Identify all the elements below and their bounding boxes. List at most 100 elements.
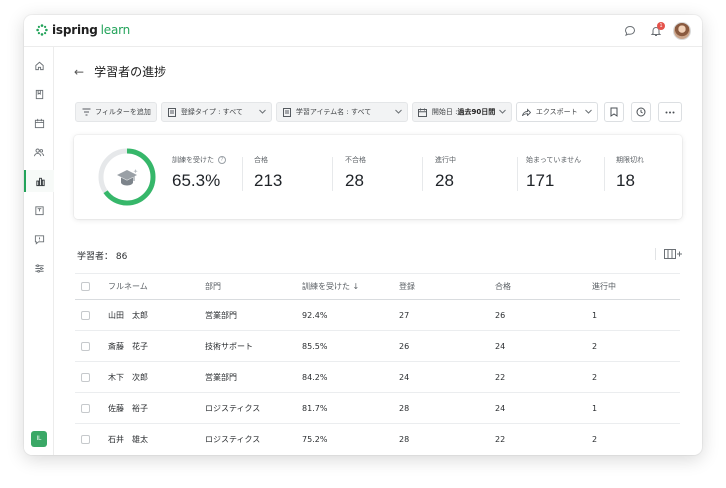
back-arrow-icon[interactable]: ←: [74, 65, 84, 79]
logo-text-primary: ispring: [52, 23, 98, 37]
add-filter-label: フィルターを追加: [95, 108, 151, 116]
bar-chart-icon: [35, 177, 45, 186]
export-dropdown[interactable]: エクスポート: [515, 102, 598, 122]
header-in-progress[interactable]: 進行中: [592, 274, 616, 299]
filter-icon: [81, 107, 91, 117]
cell-trained: 81.7%: [302, 403, 328, 413]
cell-trained: 92.4%: [302, 310, 328, 320]
table-row[interactable]: 木下 次郎 営業部門 84.2% 24 22 2: [75, 362, 680, 393]
cell-full-name[interactable]: 石井 雄太: [108, 424, 148, 455]
app-logo[interactable]: ispring learn: [36, 23, 130, 37]
stat-divider: [242, 157, 243, 191]
header-enrolled[interactable]: 登録: [399, 274, 415, 299]
cell-trained: 84.2%: [302, 372, 328, 382]
cell-enrolled: 27: [399, 310, 410, 320]
start-date-dropdown[interactable]: 開始日 : 過去90日間: [411, 102, 512, 122]
learners-table: フルネーム 部門 訓練を受けた ↓ 登録 合格 進行中 山田 太郎 営業部門 9…: [75, 273, 680, 455]
cell-full-name[interactable]: 木下 次郎: [108, 362, 148, 392]
sidebar-item-assignments[interactable]: [24, 199, 54, 221]
stat-not-started-label: 始まっていません: [526, 156, 582, 164]
learners-number: 86: [115, 252, 128, 262]
stat-expired-label: 期限切れ: [616, 156, 644, 164]
table-row[interactable]: 山田 太郎 営業部門 92.4% 27 26 1: [75, 300, 680, 331]
export-label: エクスポート: [535, 108, 578, 116]
page-title: 学習者の進捗: [94, 65, 167, 79]
table-row[interactable]: 斎藤 花子 技術サポート 85.5% 26 24 2: [75, 331, 680, 362]
stat-passed-value: 213: [254, 171, 283, 190]
book-icon: [35, 89, 43, 99]
sidebar-item-settings[interactable]: [24, 257, 54, 279]
main-content: ← 学習者の進捗 フィルターを追加 登録タイプ : すべて 学習アイテム名: …: [54, 47, 702, 455]
document-icon: [282, 107, 292, 117]
select-all-cell[interactable]: [81, 274, 90, 299]
clipboard-icon: [34, 205, 44, 215]
cell-in-progress: 2: [592, 372, 598, 382]
row-checkbox[interactable]: [81, 341, 90, 351]
cell-department: 営業部門: [205, 310, 237, 320]
sidebar-item-home[interactable]: [24, 54, 54, 76]
header-full-name[interactable]: フルネーム: [108, 274, 148, 299]
stat-divider: [422, 157, 423, 191]
help-icon[interactable]: ?: [218, 156, 226, 164]
chat-button[interactable]: [620, 21, 640, 41]
cell-enrolled: 24: [399, 372, 410, 382]
add-filter-button[interactable]: フィルターを追加: [75, 102, 157, 122]
cell-passed: 22: [495, 372, 506, 382]
bookmark-button[interactable]: [603, 102, 624, 122]
header-department[interactable]: 部門: [205, 274, 221, 299]
stat-divider: [517, 157, 518, 191]
column-settings-button[interactable]: [655, 248, 682, 260]
notifications-button[interactable]: 1: [646, 21, 666, 41]
avatar: [673, 22, 691, 40]
table-row[interactable]: 石井 雄太 ロジスティクス 75.2% 28 22 2: [75, 424, 680, 455]
learning-item-dropdown[interactable]: 学習アイテム名 : すべて: [275, 102, 408, 122]
cell-department: 技術サポート: [205, 341, 253, 351]
enrollment-type-dropdown[interactable]: 登録タイプ : すべて: [160, 102, 272, 122]
sidebar-item-users[interactable]: [24, 141, 54, 163]
sidebar-item-messages[interactable]: [24, 228, 54, 250]
cell-trained: 75.2%: [302, 435, 328, 444]
row-checkbox[interactable]: [81, 310, 90, 320]
more-button[interactable]: [657, 102, 682, 122]
header-trained[interactable]: 訓練を受けた ↓: [302, 274, 359, 299]
top-icons: 1: [614, 21, 692, 41]
cell-full-name[interactable]: 山田 太郎: [108, 300, 148, 330]
row-checkbox[interactable]: [81, 403, 90, 413]
app-window: ispring learn 1 IL ← 学習者の進捗 フィルターを追加 登録タ…: [24, 15, 702, 455]
enrollment-type-label: 登録タイプ : すべて: [180, 108, 243, 116]
table-header-row: フルネーム 部門 訓練を受けた ↓ 登録 合格 進行中: [75, 273, 680, 300]
table-row[interactable]: 佐藤 裕子 ロジスティクス 81.7% 28 24 1: [75, 393, 680, 424]
sidebar-item-reports[interactable]: [24, 170, 54, 192]
cell-full-name[interactable]: 佐藤 裕子: [108, 393, 148, 423]
row-checkbox[interactable]: [81, 435, 90, 444]
stat-in-progress: 進行中 28: [435, 155, 456, 191]
stat-expired-value: 18: [616, 171, 635, 190]
page-header: ← 学習者の進捗: [74, 63, 166, 80]
cell-full-name[interactable]: 斎藤 花子: [108, 331, 148, 361]
calendar-icon: [418, 107, 428, 117]
row-checkbox[interactable]: [81, 372, 90, 382]
cell-department: ロジスティクス: [205, 403, 261, 413]
sliders-icon: [34, 263, 44, 273]
divider: [655, 248, 656, 260]
cell-passed: 24: [495, 341, 506, 351]
stat-failed-value: 28: [345, 171, 364, 190]
cell-department: 営業部門: [205, 372, 237, 382]
top-bar: ispring learn 1: [24, 15, 702, 47]
logo-text-secondary: learn: [100, 23, 131, 37]
header-passed[interactable]: 合格: [495, 274, 511, 299]
message-icon: [34, 234, 44, 245]
user-initials-badge[interactable]: IL: [31, 431, 47, 447]
sidebar-item-calendar[interactable]: [24, 112, 54, 134]
user-menu[interactable]: [672, 21, 692, 41]
clock-icon: [636, 107, 646, 117]
graduation-cap-icon: [117, 169, 138, 186]
cell-enrolled: 28: [399, 403, 410, 413]
sidebar-item-content[interactable]: [24, 83, 54, 105]
start-date-label: 開始日 :: [431, 108, 458, 116]
schedule-button[interactable]: [630, 102, 651, 122]
document-icon: [167, 107, 177, 117]
bookmark-icon: [610, 107, 618, 117]
select-all-checkbox[interactable]: [81, 282, 90, 291]
stat-trained-label: 訓練を受けた: [172, 156, 214, 164]
